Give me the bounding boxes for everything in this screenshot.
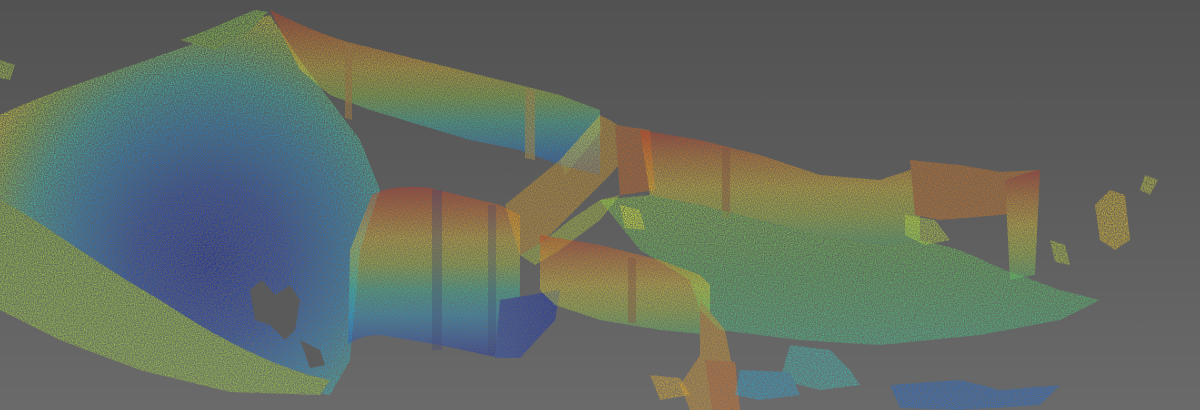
point-cloud-viewport[interactable]	[0, 0, 1200, 410]
point-cloud-render	[0, 10, 1158, 410]
